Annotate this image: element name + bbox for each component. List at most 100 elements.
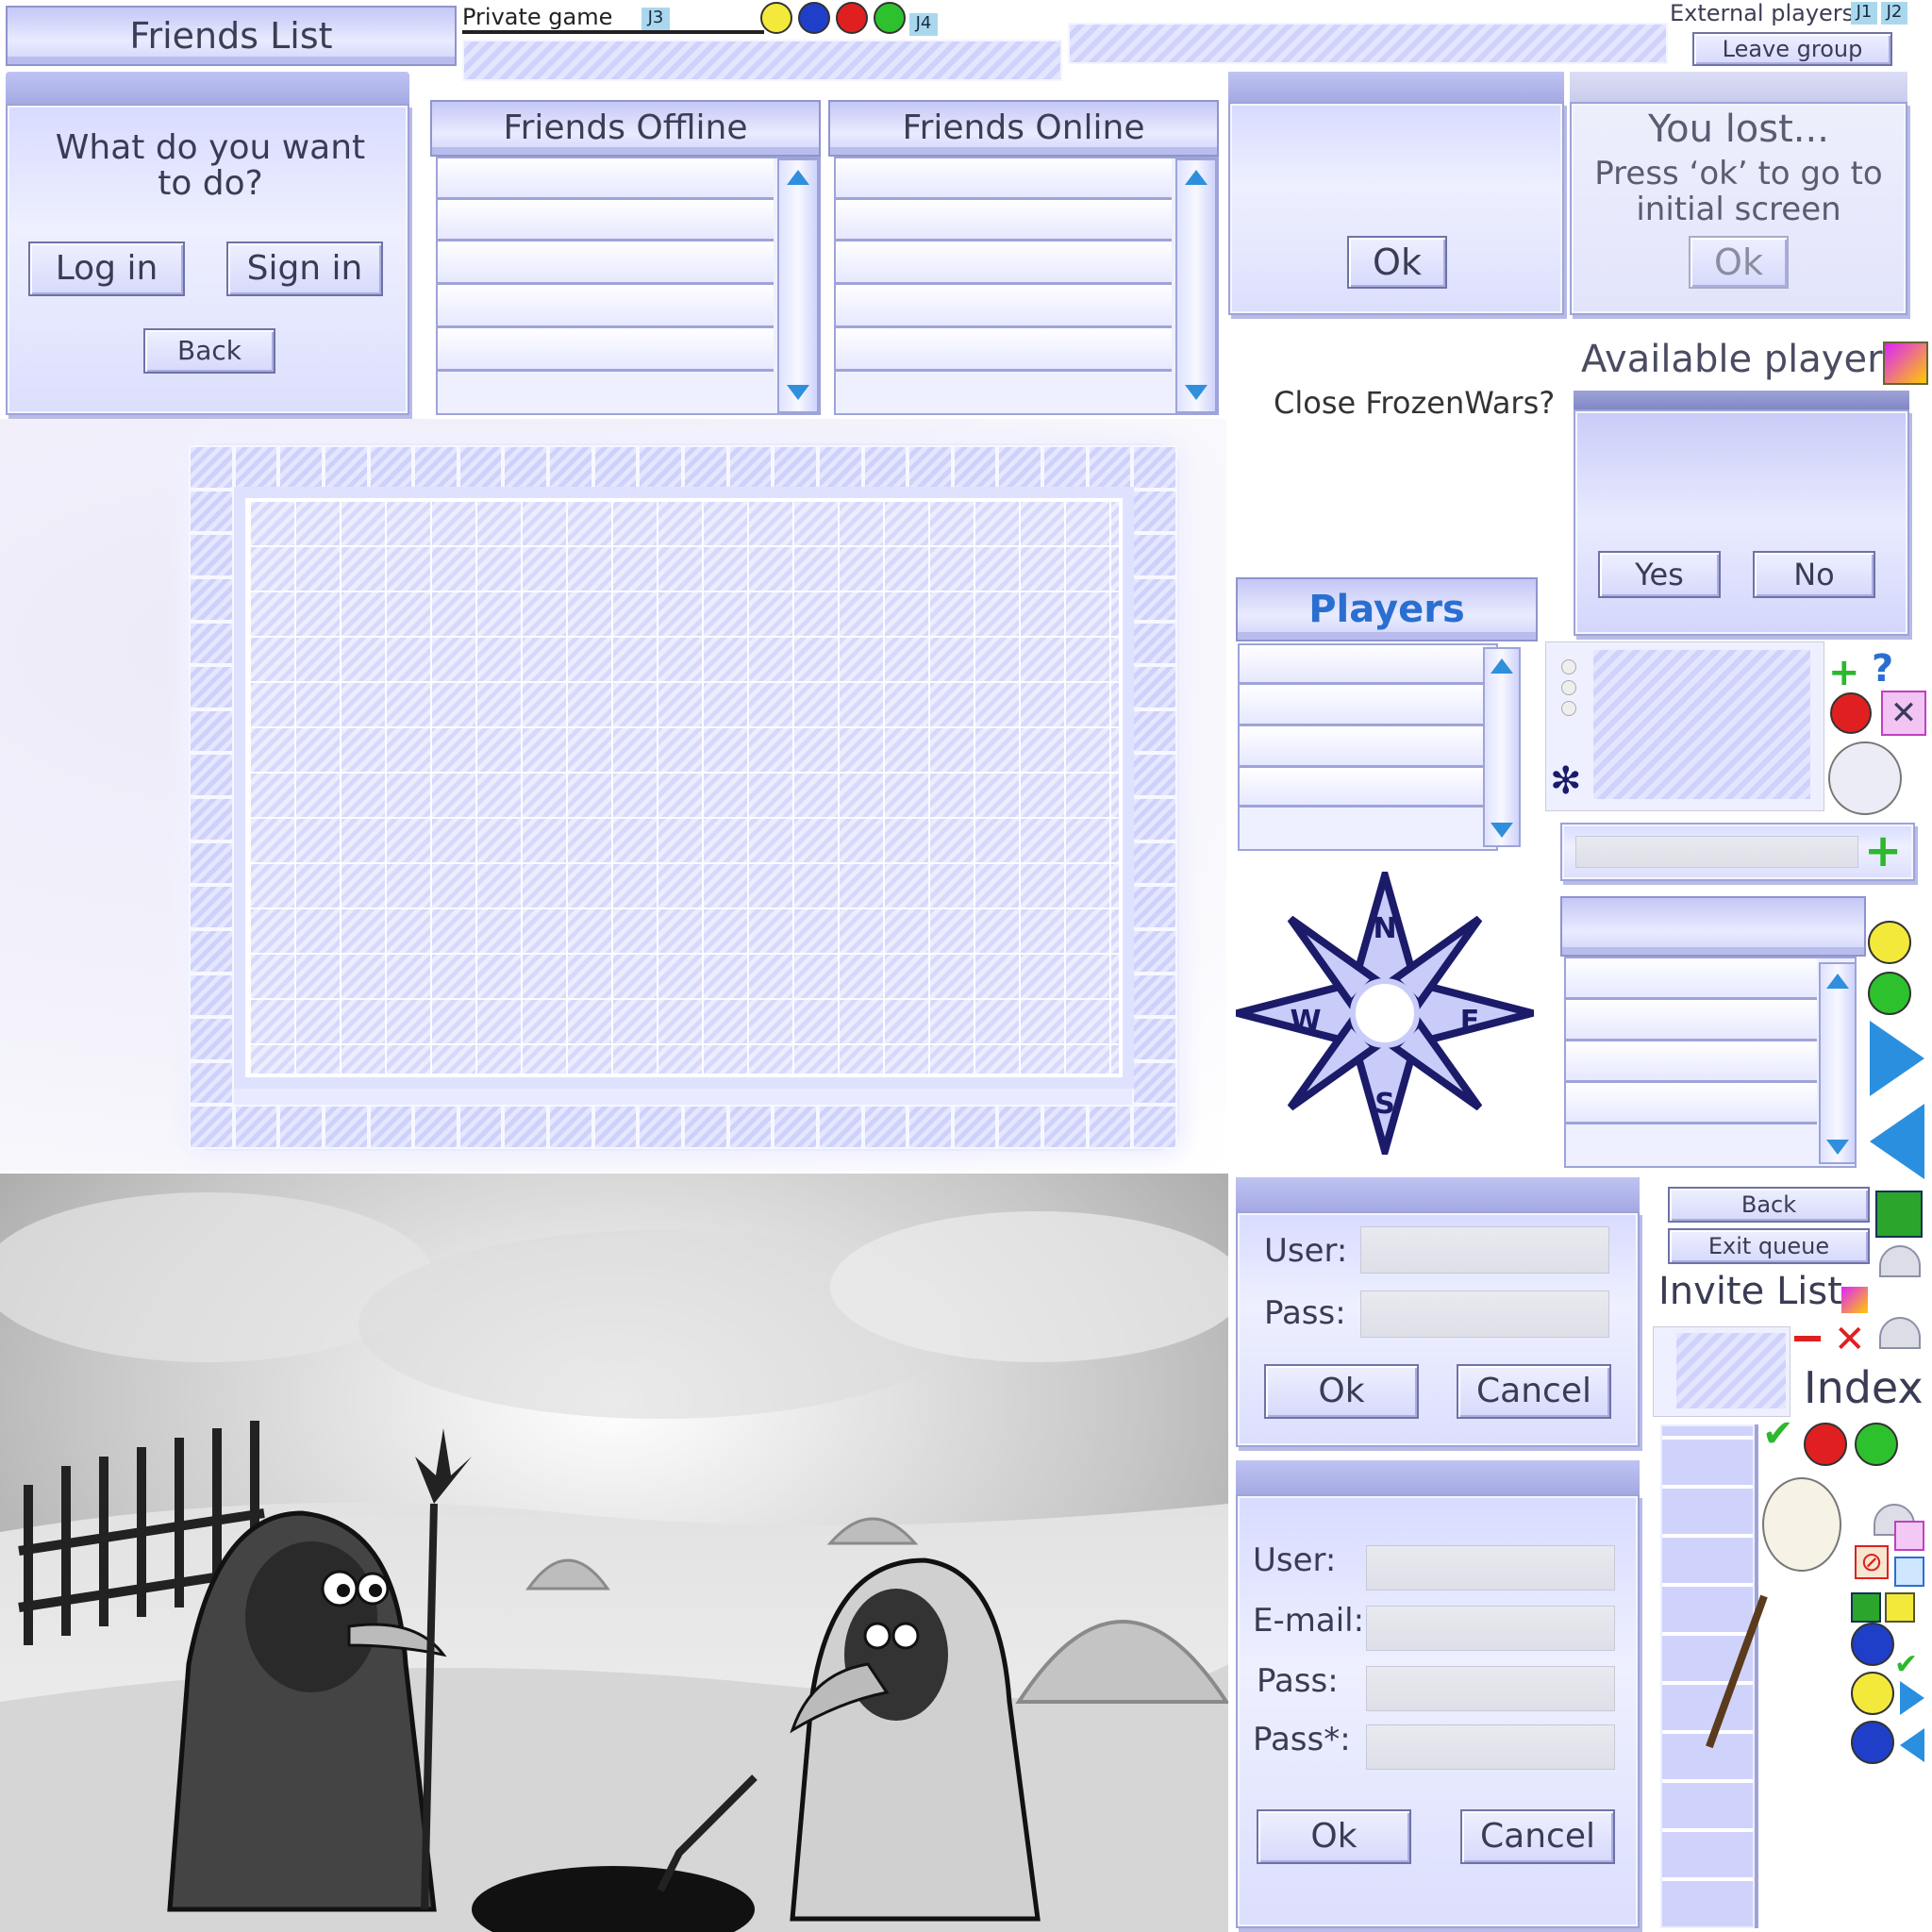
minus-icon[interactable] bbox=[1794, 1336, 1821, 1341]
ice-block-tile bbox=[189, 445, 234, 490]
scroll-down-icon[interactable] bbox=[787, 385, 809, 400]
ice-block-tile bbox=[727, 445, 774, 490]
ice-block-tile bbox=[683, 1105, 728, 1149]
friends-online-scrollbar[interactable] bbox=[1175, 158, 1217, 413]
list-item[interactable] bbox=[1240, 645, 1487, 685]
pass-label: Pass: bbox=[1264, 1294, 1346, 1332]
igloo-icon bbox=[1879, 1317, 1921, 1349]
scroll-down-icon[interactable] bbox=[1826, 1140, 1849, 1155]
help-icon[interactable]: ? bbox=[1872, 647, 1893, 691]
register-cancel-button[interactable]: Cancel bbox=[1460, 1809, 1615, 1864]
list-item[interactable] bbox=[1566, 1000, 1817, 1041]
scroll-up-icon[interactable] bbox=[1826, 974, 1849, 989]
side-back-button[interactable]: Back bbox=[1668, 1187, 1870, 1223]
arrow-left-icon[interactable] bbox=[1900, 1728, 1924, 1762]
weapon-blocked-icon: ⊘ bbox=[1855, 1545, 1889, 1579]
ice-block-tile bbox=[862, 1105, 908, 1149]
arrow-right-icon[interactable] bbox=[1900, 1681, 1924, 1715]
vertical-ice-strip bbox=[1660, 1424, 1755, 1928]
list-item[interactable] bbox=[438, 242, 774, 285]
list-item[interactable] bbox=[438, 285, 774, 328]
lost-ok-button[interactable]: Ok bbox=[1689, 236, 1789, 289]
email-field[interactable] bbox=[1366, 1606, 1615, 1651]
pass-input[interactable] bbox=[1360, 1291, 1609, 1338]
list-item[interactable] bbox=[1566, 1041, 1817, 1083]
tools-icon bbox=[1894, 1521, 1924, 1551]
game-board-grid[interactable] bbox=[249, 502, 1119, 1074]
plus-icon[interactable]: + bbox=[1828, 651, 1860, 694]
ice-block-tile bbox=[189, 1060, 234, 1106]
lost-line-3: initial screen bbox=[1636, 191, 1841, 228]
available-cap bbox=[1574, 391, 1909, 411]
mini-board-preview: ✻ bbox=[1545, 641, 1824, 811]
sign-in-button[interactable]: Sign in bbox=[226, 242, 383, 296]
register-user-input[interactable] bbox=[1366, 1545, 1615, 1591]
list-item[interactable] bbox=[438, 200, 774, 242]
yes-button[interactable]: Yes bbox=[1598, 551, 1721, 598]
igloo-icon bbox=[1879, 1245, 1921, 1277]
ice-block-tile bbox=[278, 1105, 324, 1149]
friends-offline-scrollbar[interactable] bbox=[777, 158, 819, 413]
ice-block-tile bbox=[189, 753, 234, 797]
list-item[interactable] bbox=[438, 158, 774, 200]
list-item[interactable] bbox=[1566, 1083, 1817, 1124]
ice-block-tile bbox=[233, 445, 279, 490]
ice-block-tile bbox=[189, 797, 234, 841]
ice-block-tile bbox=[1132, 489, 1177, 534]
log-in-button[interactable]: Log in bbox=[28, 242, 185, 296]
list-item[interactable] bbox=[836, 285, 1172, 328]
pass-confirm-input[interactable] bbox=[1366, 1724, 1615, 1770]
ice-block-tile bbox=[189, 1105, 234, 1149]
ice-block-tile bbox=[1132, 1105, 1177, 1149]
add-player-bar: + bbox=[1560, 823, 1915, 881]
ok-button[interactable]: Ok bbox=[1347, 236, 1447, 289]
close-icon[interactable]: ✕ bbox=[1834, 1321, 1866, 1358]
list-item[interactable] bbox=[836, 328, 1172, 372]
external-players-label: External players bbox=[1670, 0, 1855, 26]
blue-bird-icon bbox=[1851, 1623, 1894, 1666]
scroll-up-icon[interactable] bbox=[1185, 170, 1208, 185]
list-item[interactable] bbox=[836, 242, 1172, 285]
list-item[interactable] bbox=[1240, 768, 1487, 808]
scroll-down-icon[interactable] bbox=[1491, 823, 1513, 838]
queue-scrollbar[interactable] bbox=[1819, 962, 1857, 1164]
list-item[interactable] bbox=[836, 158, 1172, 200]
add-player-input[interactable] bbox=[1575, 836, 1858, 868]
friends-offline-header: Friends Offline bbox=[430, 100, 821, 157]
ice-block-tile bbox=[773, 1105, 818, 1149]
list-item[interactable] bbox=[438, 328, 774, 372]
back-button[interactable]: Back bbox=[143, 328, 275, 374]
leave-group-button[interactable]: Leave group bbox=[1692, 32, 1892, 66]
list-item[interactable] bbox=[1240, 685, 1487, 726]
list-item[interactable] bbox=[836, 200, 1172, 242]
arrow-right-icon[interactable] bbox=[1870, 1021, 1924, 1096]
ice-block-tile bbox=[323, 1105, 369, 1149]
register-pass-input[interactable] bbox=[1366, 1666, 1615, 1711]
ice-block-tile bbox=[233, 1105, 279, 1149]
scroll-down-icon[interactable] bbox=[1185, 385, 1208, 400]
lost-title: You lost... bbox=[1648, 108, 1829, 151]
friends-offline-title: Friends Offline bbox=[503, 108, 748, 147]
add-icon[interactable]: + bbox=[1864, 824, 1902, 877]
login-cancel-button[interactable]: Cancel bbox=[1457, 1364, 1611, 1419]
user-input[interactable] bbox=[1360, 1226, 1609, 1274]
scroll-up-icon[interactable] bbox=[1491, 658, 1513, 674]
no-button[interactable]: No bbox=[1753, 551, 1875, 598]
players-scrollbar[interactable] bbox=[1483, 647, 1521, 847]
dot-icon bbox=[1561, 701, 1576, 716]
blue-bird-icon bbox=[1851, 1721, 1894, 1764]
ice-block-tile bbox=[413, 1105, 458, 1149]
exit-queue-button[interactable]: Exit queue bbox=[1668, 1228, 1870, 1264]
login-ok-button[interactable]: Ok bbox=[1264, 1364, 1419, 1419]
red-bird-icon bbox=[1804, 1423, 1847, 1466]
list-item[interactable] bbox=[1566, 958, 1817, 1000]
arrow-left-icon[interactable] bbox=[1870, 1104, 1924, 1179]
scroll-up-icon[interactable] bbox=[787, 170, 809, 185]
yellow-bird-icon bbox=[1868, 921, 1911, 964]
list-item[interactable] bbox=[1240, 726, 1487, 768]
index-title: Index bbox=[1804, 1362, 1924, 1413]
friends-list-header: Friends List bbox=[6, 6, 457, 66]
penguin-avatar-icon bbox=[1828, 741, 1902, 815]
register-ok-button[interactable]: Ok bbox=[1257, 1809, 1411, 1864]
players-header: Players bbox=[1236, 577, 1538, 641]
